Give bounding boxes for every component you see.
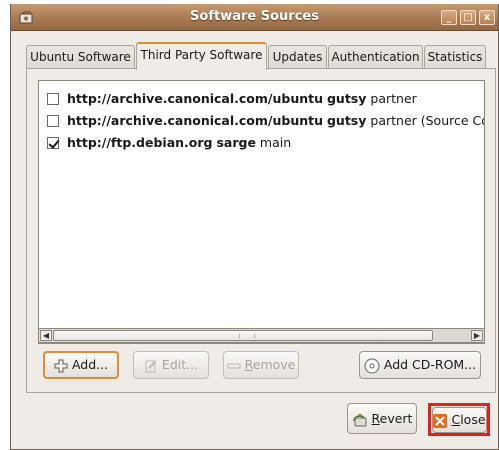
tab-ubuntu-software[interactable]: Ubuntu Software xyxy=(26,45,135,69)
revert-button[interactable]: Revert xyxy=(347,403,417,434)
tab-authentication[interactable]: Authentication xyxy=(328,45,423,69)
window-title: Software Sources xyxy=(190,9,319,24)
add-button[interactable]: Add... xyxy=(43,351,119,379)
minimize-button[interactable]: _ xyxy=(441,10,457,25)
horizontal-scrollbar[interactable]: ◀ ▶ xyxy=(38,328,485,343)
tab-updates[interactable]: Updates xyxy=(268,45,327,69)
tab-third-party-software[interactable]: Third Party Software xyxy=(136,42,267,70)
remove-button[interactable]: Remove xyxy=(223,351,299,379)
software-sources-window: Software Sources _ □ x Ubuntu Software T… xyxy=(10,4,499,450)
sources-list[interactable]: http://archive.canonical.com/ubuntu guts… xyxy=(38,80,485,344)
scroll-thumb[interactable] xyxy=(53,330,433,341)
source-checkbox[interactable] xyxy=(47,137,59,149)
revert-icon xyxy=(352,412,367,426)
scroll-right-icon[interactable]: ▶ xyxy=(471,330,483,341)
cdrom-icon xyxy=(364,358,380,373)
remove-icon xyxy=(227,363,241,368)
close-button-highlight xyxy=(428,403,490,436)
close-window-button[interactable]: x xyxy=(479,10,495,25)
add-cdrom-button[interactable]: Add CD-ROM... xyxy=(359,351,481,379)
maximize-button[interactable]: □ xyxy=(460,10,476,25)
source-checkbox[interactable] xyxy=(47,115,59,127)
scroll-left-icon[interactable]: ◀ xyxy=(40,330,52,341)
title-bar[interactable]: Software Sources _ □ x xyxy=(11,4,498,31)
third-party-panel: http://archive.canonical.com/ubuntu guts… xyxy=(26,68,496,393)
tab-statistics[interactable]: Statistics xyxy=(424,45,486,69)
tab-bar: Ubuntu Software Third Party Software Upd… xyxy=(26,42,496,70)
edit-icon xyxy=(145,360,156,372)
add-icon xyxy=(54,359,68,372)
source-checkbox[interactable] xyxy=(47,93,59,105)
edit-button[interactable]: Edit... xyxy=(133,351,209,379)
